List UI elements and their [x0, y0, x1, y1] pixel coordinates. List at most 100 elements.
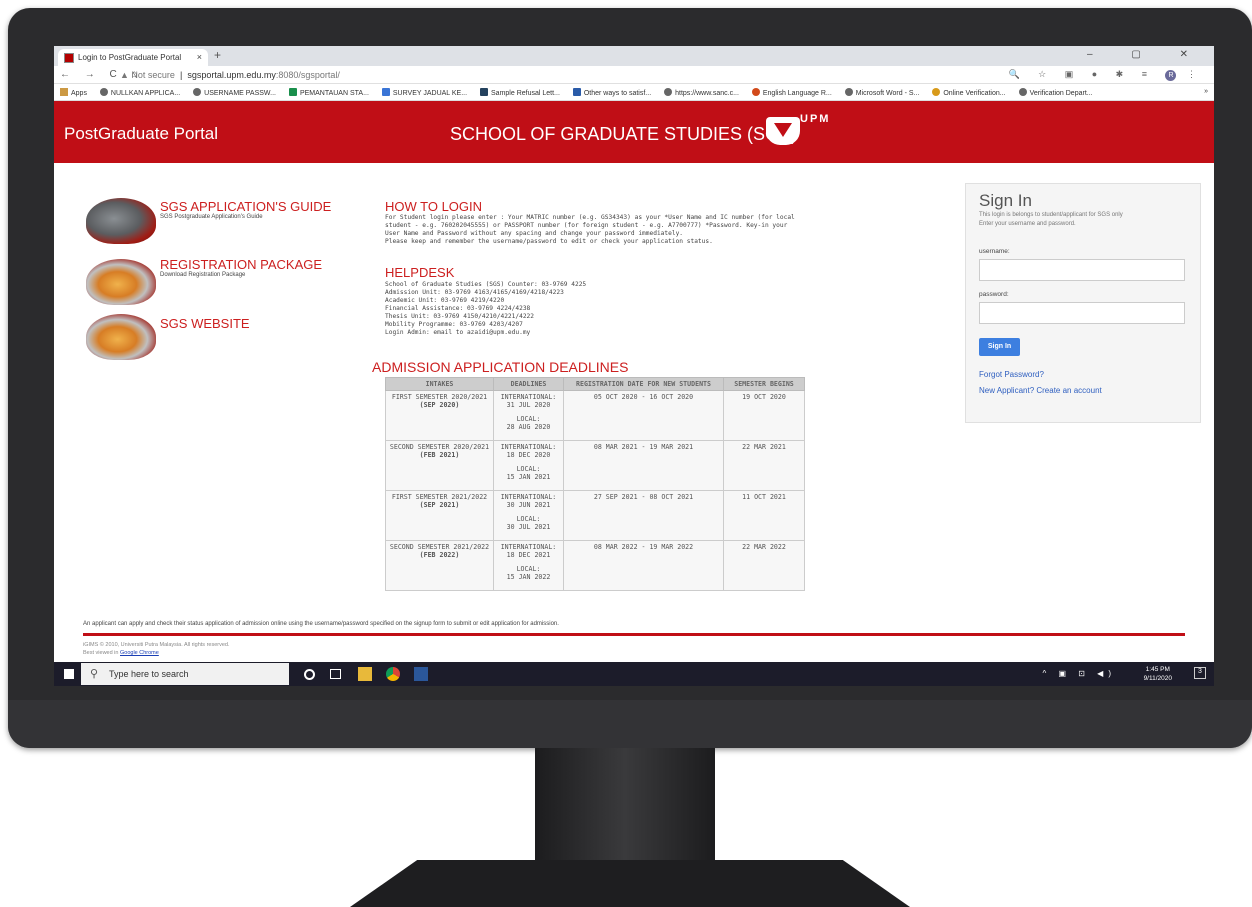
- bookmark-item[interactable]: NULLKAN APPLICA...: [99, 88, 180, 97]
- bookmark-item[interactable]: Microsoft Word - S...: [844, 88, 919, 97]
- cell-registration: 08 MAR 2022 - 19 MAR 2022: [563, 540, 724, 591]
- new-tab-button[interactable]: +: [214, 48, 221, 62]
- forms-icon: [381, 88, 390, 96]
- password-input[interactable]: [979, 302, 1185, 324]
- deadlines-table: INTAKES DEADLINES REGISTRATION DATE FOR …: [385, 377, 805, 591]
- clock[interactable]: 1:45 PM 9/11/2020: [1144, 665, 1172, 683]
- create-account-link[interactable]: New Applicant? Create an account: [979, 386, 1102, 395]
- bookmark-item[interactable]: Online Verification...: [932, 88, 1006, 97]
- url-sep: |: [177, 70, 185, 80]
- cell-deadline: INTERNATIONAL: 18 DEC 2021 LOCAL: 15 JAN 20…: [493, 540, 564, 591]
- cell-registration: 27 SEP 2021 - 08 OCT 2021: [563, 490, 724, 541]
- bookmark-item[interactable]: USERNAME PASSW...: [193, 88, 276, 97]
- search-icon: ⚲: [90, 668, 99, 680]
- website-link[interactable]: SGS WEBSITE: [160, 316, 250, 331]
- browser-tab[interactable]: Login to PostGraduate Portal ×: [58, 49, 208, 66]
- guide-sub: SGS Postgraduate Application's Guide: [160, 214, 263, 220]
- notification-center-icon[interactable]: 3: [1194, 667, 1206, 679]
- cortana-icon[interactable]: [304, 669, 315, 680]
- registration-link[interactable]: REGISTRATION PACKAGE: [160, 257, 322, 272]
- cell-begins: 22 MAR 2022: [723, 540, 805, 591]
- cell-deadline: INTERNATIONAL: 18 DEC 2020 LOCAL: 15 JAN 20…: [493, 440, 564, 491]
- bookmark-item[interactable]: Verification Depart...: [1018, 88, 1093, 97]
- signin-title: Sign In: [979, 191, 1032, 210]
- globe-icon: [664, 88, 673, 96]
- table-row: SECOND SEMESTER 2021/2022 (FEB 2022) INTE…: [385, 540, 805, 591]
- website-thumbnail-image[interactable]: [86, 314, 156, 360]
- document-icon: [480, 88, 489, 96]
- guide-link[interactable]: SGS APPLICATION'S GUIDE: [160, 199, 331, 214]
- how-to-login-title: HOW TO LOGIN: [385, 199, 483, 214]
- system-tray-icons[interactable]: ^ ▣ ⊡ ◀): [1043, 669, 1117, 678]
- security-indicator[interactable]: ▲ Not secure: [120, 70, 175, 80]
- monitor-chin: [8, 700, 1252, 748]
- windows-taskbar: ⚲ Type here to search ^ ▣ ⊡ ◀) 1:45 PM 9…: [54, 662, 1214, 686]
- portal-title[interactable]: PostGraduate Portal: [64, 124, 218, 144]
- google-chrome-link[interactable]: Google Chrome: [120, 650, 159, 656]
- helpdesk-line: Financial Assistance: 03-9769 4224/4238: [385, 305, 531, 312]
- bookmark-item[interactable]: https://www.sanc.c...: [664, 88, 739, 97]
- upm-shield-logo: [766, 117, 800, 145]
- task-view-icon[interactable]: [330, 669, 341, 679]
- address-bar: ← → C ⌂ ▲ Not secure | sgsportal.upm.edu…: [54, 66, 1214, 84]
- pen-icon: [932, 88, 941, 96]
- bookmark-apps[interactable]: Apps: [60, 88, 87, 97]
- bookmark-item[interactable]: English Language R...: [751, 88, 832, 97]
- how-to-login-line: student - e.g. 760202045555) or PASSPORT…: [385, 222, 788, 229]
- close-tab-icon[interactable]: ×: [197, 52, 202, 62]
- upm-logo-text: UPM: [800, 113, 831, 125]
- helpdesk-line: Mobility Programme: 03-9769 4203/4207: [385, 321, 523, 328]
- th-semester-begins: SEMESTER BEGINS: [723, 377, 805, 391]
- how-to-login-line: Please keep and remember the username/pa…: [385, 238, 713, 245]
- username-input[interactable]: [979, 259, 1185, 281]
- guide-thumbnail-image[interactable]: [86, 198, 156, 244]
- signin-panel: Sign In This login is belongs to student…: [965, 183, 1201, 423]
- forgot-password-link[interactable]: Forgot Password?: [979, 370, 1044, 379]
- helpdesk-line: Thesis Unit: 03-9769 4150/4210/4221/4222: [385, 313, 535, 320]
- registration-sub: Download Registration Package: [160, 272, 246, 278]
- window-controls[interactable]: – ▢ ✕: [1087, 49, 1206, 60]
- footer-copyright: iGIMS © 2010, Universiti Putra Malaysia.…: [83, 642, 230, 656]
- cell-intake: SECOND SEMESTER 2021/2022 (FEB 2022): [385, 540, 494, 591]
- bookmark-item[interactable]: PEMANTAUAN STA...: [288, 88, 369, 97]
- windows-start-icon[interactable]: [64, 669, 74, 679]
- bookmark-item[interactable]: Sample Refusal Lett...: [480, 88, 560, 97]
- menu-icon[interactable]: ⋮: [1187, 69, 1204, 79]
- how-to-login-line: User Name and Password without any spaci…: [385, 230, 684, 237]
- more-bookmarks-icon[interactable]: »: [1204, 88, 1208, 95]
- school-title: SCHOOL OF GRADUATE STUDIES (SGS): [450, 124, 798, 144]
- url-field[interactable]: ▲ Not secure | sgsportal.upm.edu.my:8080…: [120, 70, 340, 80]
- bookmark-item[interactable]: SURVEY JADUAL KE...: [381, 88, 467, 97]
- monitor-stand: [535, 748, 715, 863]
- file-explorer-icon[interactable]: [358, 667, 372, 681]
- table-row: FIRST SEMESTER 2020/2021 (SEP 2020) INTER…: [385, 390, 805, 441]
- how-to-login-text: For Student login please enter : Your MA…: [385, 214, 795, 246]
- cell-deadline: INTERNATIONAL: 30 JUN 2021 LOCAL: 30 JUL 20…: [493, 490, 564, 541]
- cell-begins: 11 OCT 2021: [723, 490, 805, 541]
- cell-intake: SECOND SEMESTER 2020/2021 (FEB 2021): [385, 440, 494, 491]
- site-header: PostGraduate Portal SCHOOL OF GRADUATE S…: [54, 101, 1214, 163]
- word-icon[interactable]: [414, 667, 428, 681]
- tab-bar: Login to PostGraduate Portal × + – ▢ ✕: [54, 46, 1214, 66]
- how-to-login-line: For Student login please enter : Your MA…: [385, 214, 795, 221]
- cell-deadline: INTERNATIONAL: 31 JUL 2020 LOCAL: 28 AUG 20…: [493, 390, 564, 441]
- url-host: sgsportal.upm.edu.my: [187, 70, 276, 80]
- registration-thumbnail-image[interactable]: [86, 259, 156, 305]
- chrome-icon[interactable]: [386, 667, 400, 681]
- cell-begins: 19 OCT 2020: [723, 390, 805, 441]
- url-path: :8080/sgsportal/: [275, 70, 340, 80]
- taskbar-search-box[interactable]: ⚲ Type here to search: [81, 663, 289, 685]
- profile-avatar[interactable]: R: [1165, 70, 1177, 81]
- deadlines-title: ADMISSION APPLICATION DEADLINES: [372, 359, 629, 375]
- cell-registration: 08 MAR 2021 - 19 MAR 2021: [563, 440, 724, 491]
- cell-intake: FIRST SEMESTER 2020/2021 (SEP 2020): [385, 390, 494, 441]
- cell-intake: FIRST SEMESTER 2021/2022 (SEP 2021): [385, 490, 494, 541]
- extension-icon-group[interactable]: 🔍 ☆ ▣ ● ✱ ≡: [1008, 69, 1155, 79]
- tab-title: Login to PostGraduate Portal: [78, 53, 182, 62]
- screen: Login to PostGraduate Portal × + – ▢ ✕ ←…: [54, 46, 1214, 686]
- apps-grid-icon: [60, 88, 68, 96]
- th-registration: REGISTRATION DATE FOR NEW STUDENTS: [563, 377, 724, 391]
- signin-button[interactable]: Sign In: [979, 338, 1020, 356]
- extension-icons[interactable]: 🔍 ☆ ▣ ● ✱ ≡ R ⋮: [1008, 69, 1204, 81]
- bookmark-item[interactable]: Other ways to satisf...: [572, 88, 651, 97]
